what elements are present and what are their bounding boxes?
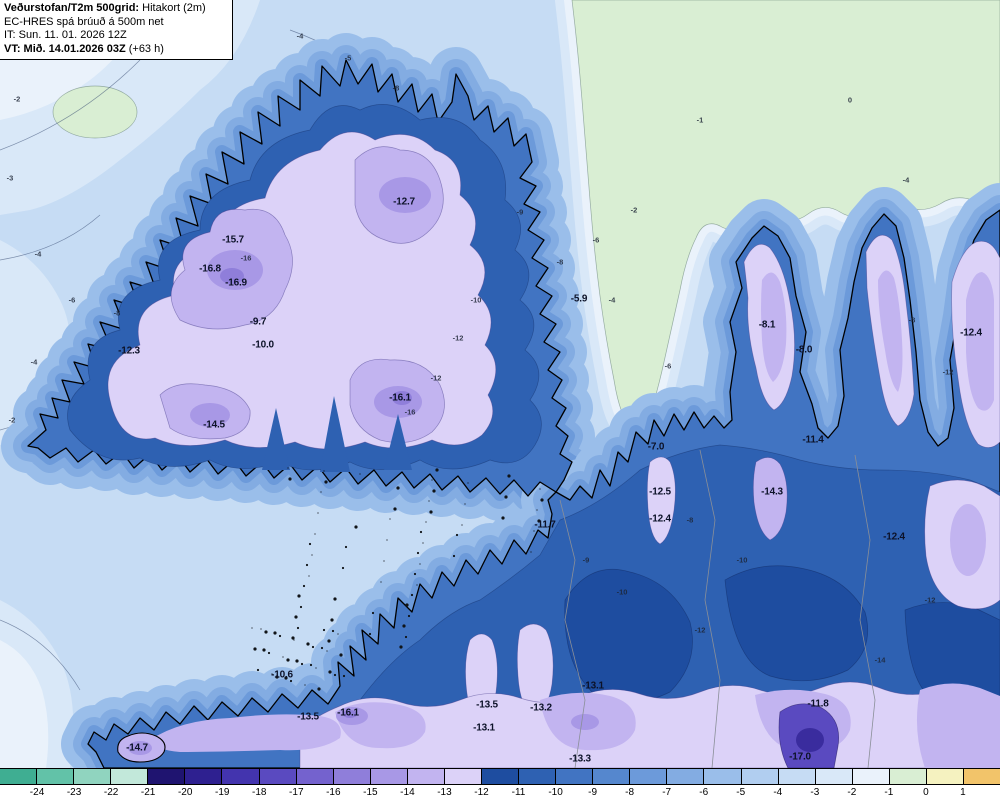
colorbar-ticks: -24-23-22-21-20-19-18-17-16-15-14-13-12-…: [0, 785, 1000, 805]
colorbar-cell: [519, 769, 556, 784]
colorbar-cell: [371, 769, 408, 784]
colorbar-cell: [148, 769, 185, 784]
colorbar-cell: [556, 769, 593, 784]
colorbar-tick: -15: [363, 787, 377, 798]
colorbar-tick: -9: [588, 787, 597, 798]
lead-time: (+63 h): [126, 43, 164, 55]
product-subtitle: Hitakort (2m): [139, 2, 206, 14]
colorbar-tick: -23: [67, 787, 81, 798]
colorbar-tick: -7: [662, 787, 671, 798]
colorbar-cell: [704, 769, 741, 784]
colorbar-cell: [334, 769, 371, 784]
colorbar-cell: [297, 769, 334, 784]
colorbar-tick: -22: [104, 787, 118, 798]
colorbar-tick: -8: [625, 787, 634, 798]
colorbar-cell: [260, 769, 297, 784]
colorbar-cell: [853, 769, 890, 784]
map-area: -12.7-15.7-16.8-16.9-9.7-10.0-12.3-16.1-…: [0, 0, 1000, 768]
colorbar-cell: [779, 769, 816, 784]
colorbar-cell: [482, 769, 519, 784]
colorbar-tick: -4: [773, 787, 782, 798]
colorbar-cell: [222, 769, 259, 784]
colorbar-tick: -2: [847, 787, 856, 798]
colorbar-tick: -17: [289, 787, 303, 798]
title-line-4: VT: Mið. 14.01.2026 03Z (+63 h): [4, 43, 206, 57]
colorbar-cell: [964, 769, 1000, 784]
product-title: Veðurstofan/T2m 500grid:: [4, 2, 139, 14]
valid-time: VT: Mið. 14.01.2026 03Z: [4, 43, 126, 55]
colorbar-tick: -16: [326, 787, 340, 798]
colorbar-tick: -5: [736, 787, 745, 798]
colorbar-tick: -14: [400, 787, 414, 798]
colorbar-cell: [0, 769, 37, 784]
colorbar-tick: -24: [30, 787, 44, 798]
colorbar-tick: -21: [141, 787, 155, 798]
colorbar-cell: [667, 769, 704, 784]
colorbar-cell: [816, 769, 853, 784]
colorbar-tick: -13: [437, 787, 451, 798]
map-svg: [0, 0, 1000, 768]
colorbar-tick: -10: [548, 787, 562, 798]
colorbar-tick: -1: [884, 787, 893, 798]
colorbar-cell: [742, 769, 779, 784]
island-southwest: [118, 733, 165, 762]
colorbar-tick: -3: [810, 787, 819, 798]
colorbar-cell: [408, 769, 445, 784]
title-box: Veðurstofan/T2m 500grid: Hitakort (2m) E…: [0, 0, 233, 60]
colorbar-tick: -19: [215, 787, 229, 798]
colorbar-cell: [185, 769, 222, 784]
colorbar-cell: [111, 769, 148, 784]
colorbar-tick: -12: [474, 787, 488, 798]
colorbar-cell: [37, 769, 74, 784]
colorbar-tick: -20: [178, 787, 192, 798]
model-line: EC-HRES spá brúuð á 500m net: [4, 16, 206, 30]
colorbar-cell: [593, 769, 630, 784]
colorbar-tick: 0: [923, 787, 929, 798]
init-time: IT: Sun. 11. 01. 2026 12Z: [4, 29, 206, 43]
colorbar-tick: -11: [512, 787, 526, 798]
weather-map-screenshot: -12.7-15.7-16.8-16.9-9.7-10.0-12.3-16.1-…: [0, 0, 1000, 805]
colorbar-tick: -6: [699, 787, 708, 798]
colorbar-cell: [630, 769, 667, 784]
colorbar-cell: [927, 769, 964, 784]
colorbar-cell: [445, 769, 482, 784]
colorbar-tick: -18: [252, 787, 266, 798]
colorbar-cells: [0, 769, 1000, 785]
colorbar-cell: [74, 769, 111, 784]
warm-patch-topleft: [53, 86, 137, 138]
title-line-1: Veðurstofan/T2m 500grid: Hitakort (2m): [4, 2, 206, 16]
colorbar-tick: 1: [960, 787, 966, 798]
colorbar: -24-23-22-21-20-19-18-17-16-15-14-13-12-…: [0, 768, 1000, 805]
colorbar-cell: [890, 769, 927, 784]
